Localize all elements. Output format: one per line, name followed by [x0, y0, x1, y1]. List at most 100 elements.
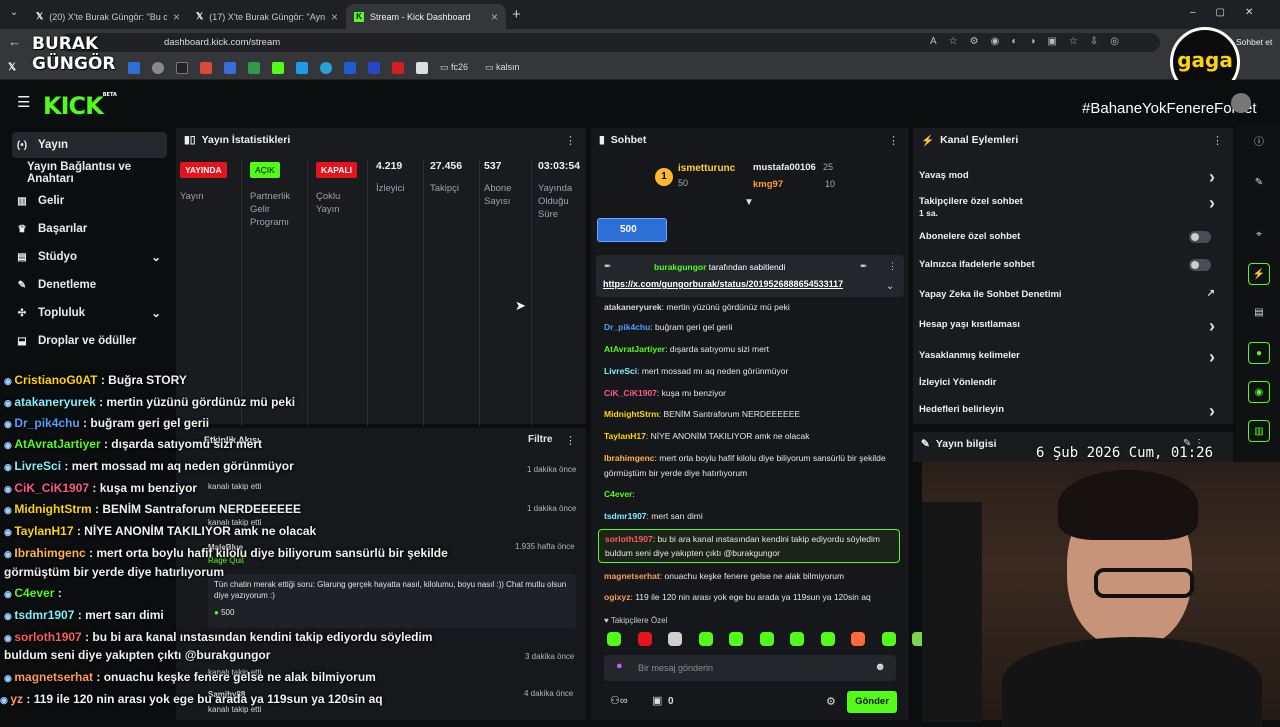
channel-action-row[interactable]: Hedefleri belirleyin ›	[919, 401, 1225, 421]
sidebar-item-topluluk[interactable]: ✣ Topluluk ⌄	[12, 300, 167, 326]
bookmark-icon[interactable]	[392, 62, 404, 74]
sidebar-item-gelir[interactable]: ▥ Gelir	[12, 188, 167, 214]
emote-icon[interactable]	[607, 632, 621, 646]
bookmark-folder-fc26[interactable]: ▭ fc26	[440, 62, 468, 73]
lightning-icon[interactable]: ⚡	[1248, 263, 1270, 285]
bookmark-icon[interactable]	[176, 62, 188, 74]
sidebar-item-denetleme[interactable]: ✎ Denetleme	[12, 272, 167, 298]
emote-icon[interactable]	[698, 632, 713, 646]
document-icon[interactable]: ▤	[1248, 302, 1270, 324]
more-options-icon[interactable]: ⋮	[888, 134, 899, 147]
bookmark-icon[interactable]	[320, 62, 332, 74]
chat-username[interactable]: CiK_CiK1907	[604, 388, 657, 398]
layout-icon[interactable]: ▥	[1248, 420, 1270, 442]
channel-action-row[interactable]: Hesap yaşı kısıtlaması ›	[919, 316, 1225, 336]
tab-list-icon[interactable]: ⌄	[6, 7, 22, 23]
chat-username[interactable]: magnetserhat	[604, 571, 660, 581]
close-icon[interactable]: ×	[331, 10, 338, 24]
chat-username[interactable]: sorloth1907	[605, 534, 653, 544]
bookmark-icon[interactable]	[152, 62, 164, 74]
toolbar-icons[interactable]: A☆⚙◉◐◑▣☆⇩◎	[930, 36, 1131, 47]
collapse-icon[interactable]: ▼	[744, 197, 754, 208]
more-options-icon[interactable]: ⋮	[1212, 134, 1223, 147]
close-icon[interactable]: ×	[491, 10, 498, 24]
sidebar-item-yayin-baglantisi[interactable]: Yayın Bağlantısı ve Anahtarı	[12, 160, 167, 186]
bookmark-icon[interactable]	[248, 62, 260, 74]
chat-username[interactable]: LivreSci	[604, 366, 637, 376]
emote-icon[interactable]	[851, 632, 865, 646]
bookmark-icon[interactable]	[200, 62, 212, 74]
window-controls[interactable]: –▢✕	[1190, 7, 1273, 18]
more-options-icon[interactable]: ⋮	[565, 434, 576, 447]
emoji-icon[interactable]: ☻	[874, 661, 886, 673]
kick-gift-goal[interactable]: 500	[597, 218, 667, 242]
emote-icon[interactable]	[637, 632, 652, 646]
chat-username[interactable]: Dr_pik4chu	[604, 322, 650, 332]
browser-tab-1[interactable]: 𝕏 (20) X'te Burak Güngör: "Bu camia ×	[28, 4, 188, 29]
hamburger-menu-icon[interactable]: ☰	[17, 93, 30, 111]
channel-action-row[interactable]: Yavaş mod ›	[919, 167, 1225, 187]
broadcast-icon[interactable]: ◉	[1248, 381, 1270, 403]
emote-icon[interactable]	[759, 632, 774, 646]
filter-button[interactable]: Filtre	[528, 434, 552, 445]
channel-action-row[interactable]: Yapay Zeka ile Sohbet Denetimi ↗	[919, 288, 1225, 300]
chevron-right-icon: ›	[1209, 167, 1215, 187]
browser-tab-2[interactable]: 𝕏 (17) X'te Burak Güngör: "Aynı hata ×	[188, 4, 346, 29]
bookmark-icon[interactable]	[272, 62, 284, 74]
emote-icon[interactable]	[790, 632, 804, 646]
channel-action-row[interactable]: Takipçilere özel sohbet 1 sa. ›	[919, 193, 1225, 218]
channel-action-row[interactable]: Yalnızca ifadelerle sohbet	[919, 259, 1225, 271]
more-options-icon[interactable]: ⋮	[888, 261, 897, 272]
bookmark-icon[interactable]	[416, 62, 428, 74]
settings-gear-icon[interactable]: ⚙	[826, 695, 836, 708]
emote-icon[interactable]	[820, 632, 835, 646]
target-icon[interactable]: ⌖	[1248, 224, 1270, 246]
chat-username[interactable]: Ibrahimgenc	[604, 453, 655, 463]
emote-icon[interactable]	[729, 632, 743, 646]
browser-tab-3[interactable]: K Stream - Kick Dashboard ×	[346, 4, 506, 29]
gift-icon[interactable]: ▣	[652, 694, 662, 707]
unpin-icon[interactable]: ✒	[860, 261, 868, 272]
chat-username[interactable]: AtAvratJartiyer	[604, 344, 665, 354]
chat-username[interactable]: C4ever	[604, 489, 632, 499]
sohbet-et-button[interactable]: Sohbet et	[1236, 37, 1272, 47]
new-tab-button[interactable]: +	[512, 6, 521, 23]
info-icon[interactable]: ⓘ	[1248, 132, 1270, 154]
toggle-switch[interactable]	[1189, 259, 1211, 271]
bookmark-icon[interactable]	[344, 62, 356, 74]
avatar[interactable]	[1231, 93, 1251, 113]
pencil-icon[interactable]: ✎	[1248, 172, 1270, 194]
bookmark-icon[interactable]	[128, 62, 140, 74]
bookmark-folder-kalsin[interactable]: ▭ kalsın	[485, 62, 520, 73]
back-arrow-icon[interactable]: ←	[8, 34, 21, 49]
bookmark-icon[interactable]	[368, 62, 380, 74]
sidebar-item-studyo[interactable]: ▤ Stüdyo ⌄	[12, 244, 167, 270]
sidebar-item-basarilar[interactable]: ♛ Başarılar	[12, 216, 167, 242]
toggle-switch[interactable]	[1189, 231, 1211, 243]
bookmark-x-icon[interactable]: 𝕏	[8, 62, 20, 74]
channel-action-row[interactable]: İzleyici Yönlendir	[919, 377, 1225, 388]
send-button[interactable]: Gönder	[847, 691, 897, 713]
more-options-icon[interactable]: ⋮	[565, 134, 576, 147]
chat-input-box[interactable]: ● Bir mesaj gönderin ☻	[604, 655, 896, 681]
sidebar-item-yayin[interactable]: (•) Yayın	[12, 132, 167, 158]
channel-action-row[interactable]: Abonelere özel sohbet	[919, 231, 1225, 243]
chat-bubble-icon[interactable]: ●	[1248, 342, 1270, 364]
bookmark-icon[interactable]	[296, 62, 308, 74]
sidebar-item-droplar[interactable]: ⬓ Droplar ve ödüller	[12, 328, 167, 354]
emote-icon[interactable]	[881, 632, 896, 646]
chevron-down-icon[interactable]: ⌄	[886, 281, 894, 292]
bookmark-icon[interactable]	[224, 62, 236, 74]
emote-icon[interactable]	[668, 632, 682, 646]
pinned-link[interactable]: https://x.com/gungorburak/status/2019526…	[603, 279, 843, 289]
chat-username[interactable]: ogixyz	[604, 592, 630, 602]
chat-username[interactable]: MidnightStrm	[604, 409, 659, 419]
browser-address-bar: ← dashboard.kick.com/stream A☆⚙◉◐◑▣☆⇩◎ S…	[0, 29, 1280, 56]
channel-action-row[interactable]: Yasaklanmış kelimeler ›	[919, 347, 1225, 367]
chat-username[interactable]: tsdmr1907	[604, 511, 647, 521]
kick-logo[interactable]: KICKBETA	[43, 92, 117, 120]
pinned-message[interactable]: ✒ burakgungor tarafından sabitlendi http…	[596, 255, 904, 297]
chat-username[interactable]: TaylanH17	[604, 431, 646, 441]
chat-username[interactable]: atakaneryurek	[604, 302, 662, 312]
close-icon[interactable]: ×	[173, 10, 180, 24]
